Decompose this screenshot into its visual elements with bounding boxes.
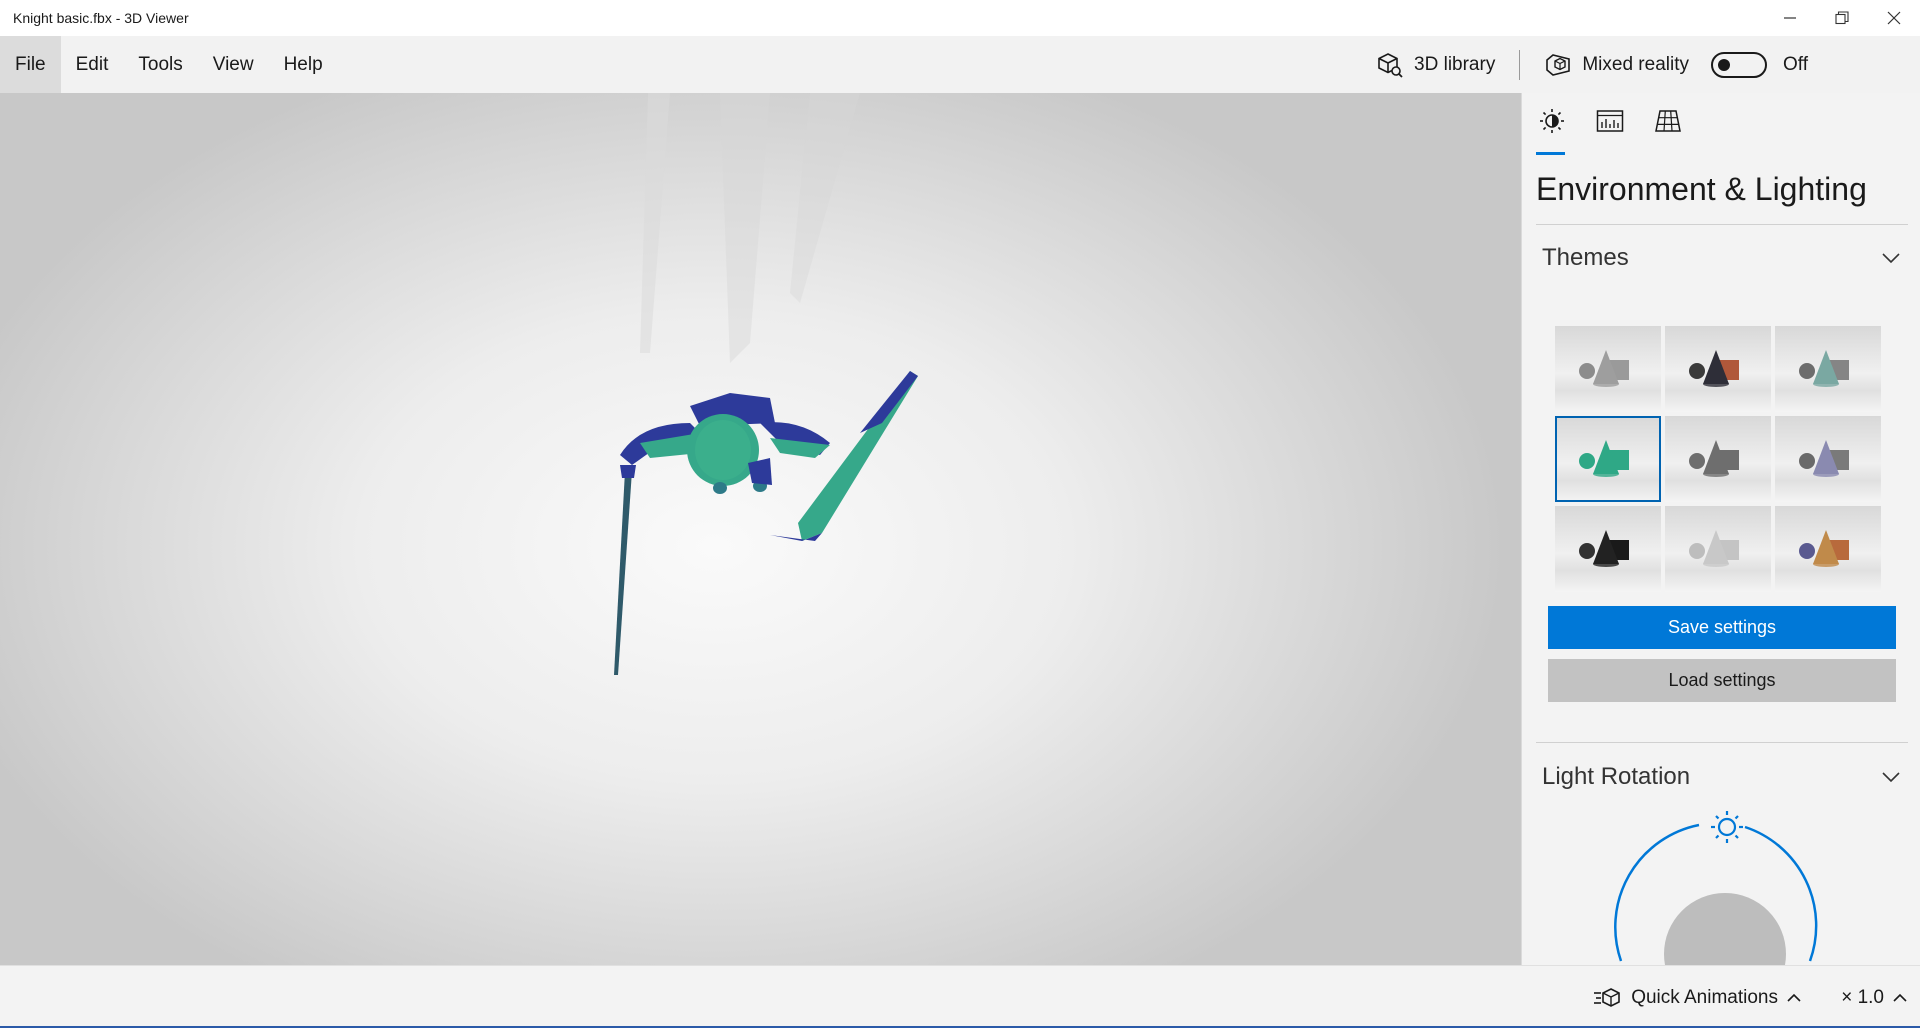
- load-settings-button[interactable]: Load settings: [1548, 659, 1896, 702]
- 3d-library-icon: [1378, 52, 1403, 78]
- speed-label: × 1.0: [1841, 986, 1884, 1008]
- divider: [1536, 224, 1908, 225]
- theme-preview: [1775, 506, 1881, 592]
- menu-tools[interactable]: Tools: [123, 36, 197, 93]
- title-bar: Knight basic.fbx - 3D Viewer: [0, 0, 1920, 36]
- tab-grid[interactable]: [1652, 107, 1710, 151]
- environment-panel: Environment & Lighting Themes Save setti…: [1521, 93, 1920, 965]
- theme-thumbnail[interactable]: [1775, 506, 1881, 592]
- 3d-library-label: 3D library: [1414, 53, 1496, 75]
- light-rotation-label: Light Rotation: [1542, 763, 1691, 790]
- mixed-reality-label: Mixed reality: [1582, 53, 1689, 75]
- chevron-up-icon: [1787, 993, 1801, 1002]
- theme-preview: [1775, 326, 1881, 412]
- mixed-reality-button[interactable]: Mixed reality: [1524, 36, 1701, 93]
- animation-icon: [1594, 987, 1621, 1007]
- light-rotation-section-header[interactable]: Light Rotation: [1542, 763, 1902, 791]
- theme-thumbnail[interactable]: [1775, 416, 1881, 502]
- window-title: Knight basic.fbx - 3D Viewer: [13, 10, 189, 26]
- minimize-button[interactable]: [1764, 0, 1816, 36]
- menu-separator: [1519, 49, 1521, 80]
- restore-button[interactable]: [1816, 0, 1868, 36]
- mixed-reality-icon: [1546, 53, 1571, 76]
- light-rotation-dial[interactable]: [1602, 811, 1842, 965]
- tab-environment[interactable]: [1536, 107, 1594, 155]
- tab-stats[interactable]: [1594, 107, 1652, 151]
- theme-preview: [1665, 326, 1771, 412]
- quick-animations-button[interactable]: Quick Animations: [1593, 966, 1810, 1029]
- sun-handle-icon[interactable]: [1711, 811, 1743, 843]
- theme-preview: [1665, 416, 1771, 502]
- close-button[interactable]: [1868, 0, 1920, 36]
- theme-preview: [1555, 326, 1661, 412]
- theme-thumbnail[interactable]: [1665, 326, 1771, 412]
- panel-title: Environment & Lighting: [1536, 171, 1867, 207]
- quick-animations-label: Quick Animations: [1631, 986, 1778, 1008]
- save-settings-button[interactable]: Save settings: [1548, 606, 1896, 649]
- menu-help[interactable]: Help: [269, 36, 338, 93]
- mixed-reality-toggle[interactable]: [1711, 51, 1767, 78]
- theme-thumbnail[interactable]: [1665, 506, 1771, 592]
- speed-selector[interactable]: × 1.0: [1841, 966, 1908, 1029]
- theme-thumbnail[interactable]: [1555, 506, 1661, 592]
- theme-thumbnail[interactable]: [1555, 326, 1661, 412]
- chevron-down-icon: [1882, 772, 1900, 783]
- theme-preview: [1775, 416, 1881, 502]
- menu-right-group: 3D library Mixed reality Off: [1356, 36, 1920, 93]
- theme-preview: [1555, 506, 1661, 592]
- menu-file[interactable]: File: [0, 36, 61, 93]
- theme-preview: [1555, 416, 1661, 502]
- themes-section-header[interactable]: Themes: [1542, 244, 1902, 272]
- close-icon: [1887, 11, 1901, 25]
- menu-view[interactable]: View: [198, 36, 269, 93]
- theme-thumbnail[interactable]: [1555, 416, 1661, 502]
- menu-bar: File Edit Tools View Help 3D library Mix…: [0, 36, 1920, 93]
- themes-header-label: Themes: [1542, 244, 1629, 271]
- 3d-library-button[interactable]: 3D library: [1356, 36, 1515, 93]
- chevron-down-icon: [1882, 253, 1900, 264]
- theme-preview: [1665, 506, 1771, 592]
- divider: [1536, 742, 1908, 743]
- menu-edit[interactable]: Edit: [61, 36, 124, 93]
- toggle-knob: [1718, 58, 1730, 71]
- restore-icon: [1835, 11, 1849, 25]
- chevron-up-icon: [1893, 993, 1907, 1002]
- theme-thumbnail[interactable]: [1775, 326, 1881, 412]
- grid-icon: [1655, 110, 1681, 132]
- window-controls: [1764, 0, 1920, 36]
- 3d-viewport[interactable]: [0, 93, 1521, 965]
- mixed-reality-state: Off: [1783, 53, 1808, 75]
- themes-grid: [1555, 326, 1885, 592]
- panel-tabs: [1536, 107, 1710, 155]
- knight-model: [614, 93, 918, 675]
- stats-icon: [1596, 110, 1624, 132]
- theme-thumbnail[interactable]: [1665, 416, 1771, 502]
- minimize-icon: [1784, 17, 1796, 19]
- sun-moon-icon: [1540, 109, 1564, 133]
- bottom-bar: Quick Animations × 1.0: [0, 965, 1920, 1028]
